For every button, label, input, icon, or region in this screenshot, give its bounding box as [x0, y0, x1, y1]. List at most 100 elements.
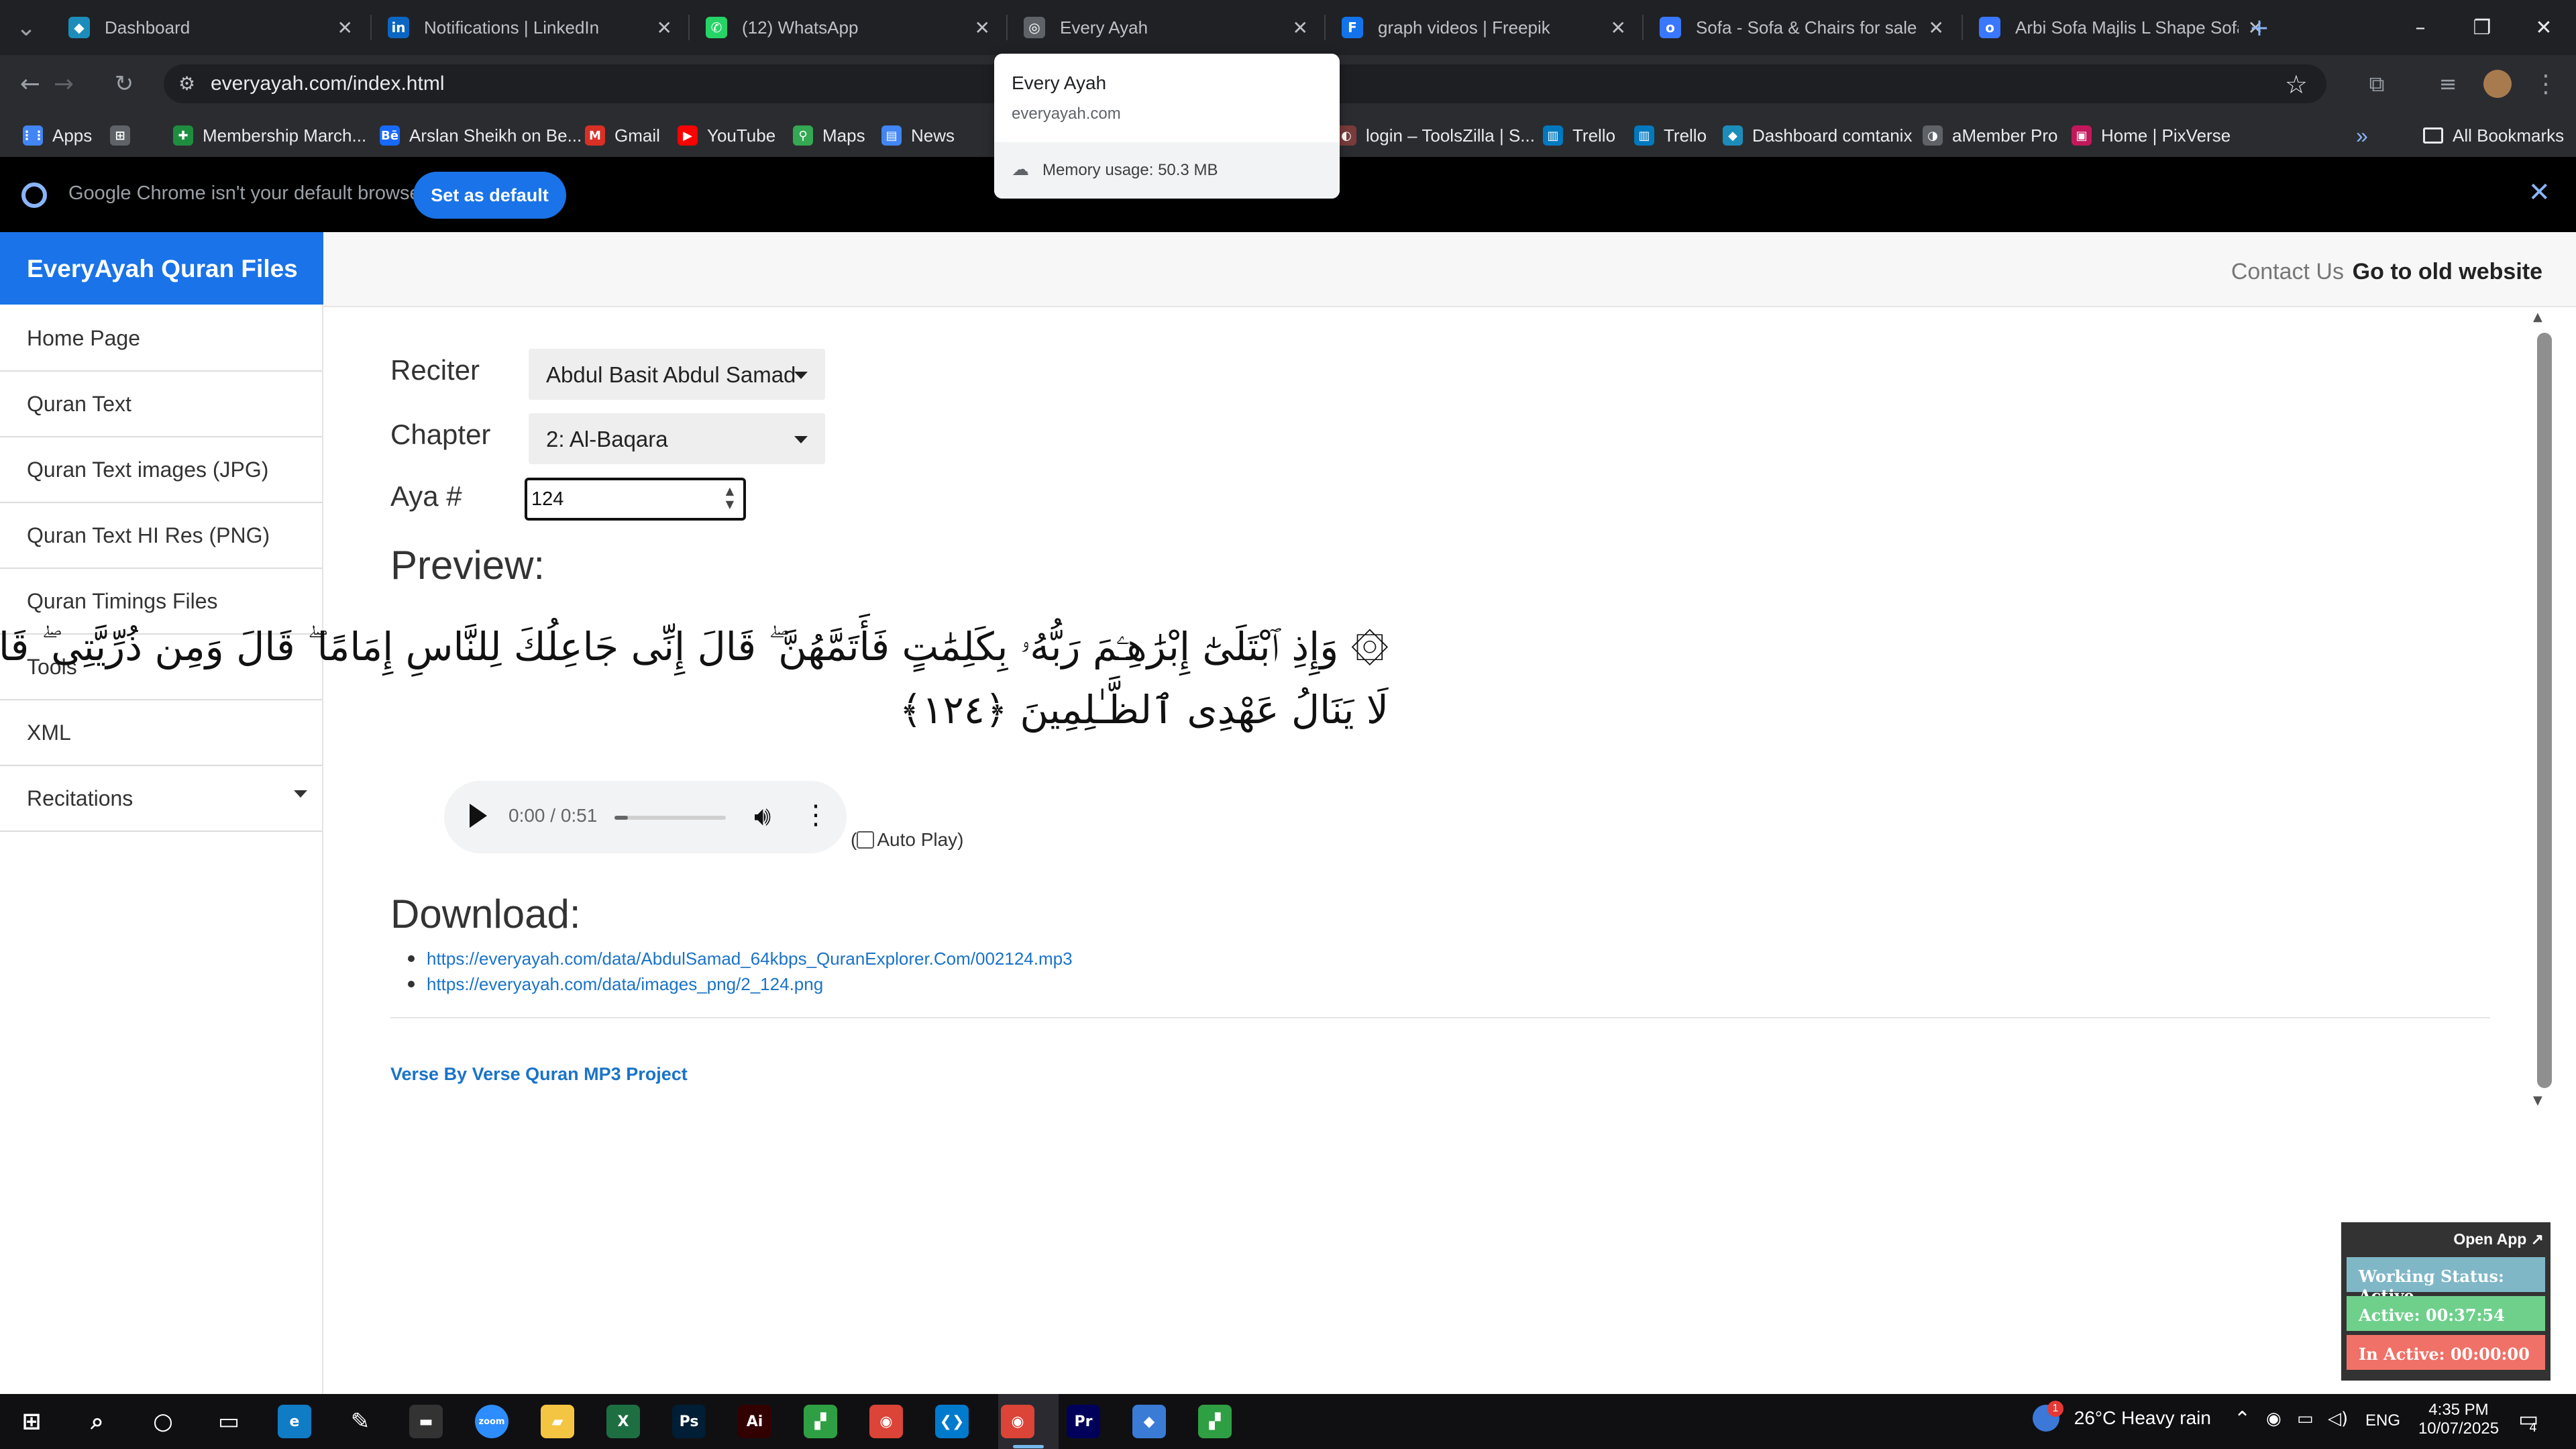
excel-icon[interactable]: X	[606, 1405, 640, 1438]
restore-button[interactable]: ❐	[2451, 0, 2513, 55]
tray-chevron-icon[interactable]: ⌃	[2234, 1407, 2251, 1431]
premiere-icon[interactable]: Pr	[1067, 1405, 1100, 1438]
browser-tab[interactable]: ◆ Dashboard ✕	[54, 5, 368, 50]
close-tab-icon[interactable]: ✕	[1929, 17, 1944, 39]
audio-progress-slider[interactable]	[614, 816, 726, 820]
autoplay-checkbox[interactable]	[857, 831, 875, 849]
more-options-icon[interactable]: ⋮	[802, 800, 829, 830]
media-control-icon[interactable]: ≡	[2431, 67, 2465, 101]
profile-avatar[interactable]	[2481, 67, 2514, 101]
bookmark-item[interactable]: ▣ Home | PixVerse	[2072, 122, 2231, 149]
green-app-2-icon[interactable]: ▞	[1198, 1405, 1232, 1438]
bookmark-item[interactable]: ▶ YouTube	[678, 122, 775, 149]
close-tab-icon[interactable]: ✕	[337, 17, 353, 39]
weather-widget[interactable]: 1 26°C Heavy rain	[2033, 1401, 2211, 1432]
volume-tray-icon[interactable]: ◁)	[2328, 1409, 2348, 1429]
bookmark-item[interactable]: ◆ Dashboard comtanix	[1723, 122, 1912, 149]
scroll-up-arrow[interactable]: ▲	[2533, 310, 2542, 324]
new-tab-button[interactable]: +	[2229, 0, 2290, 55]
search-icon[interactable]: ⌕	[80, 1405, 114, 1438]
green-app-icon[interactable]: ▞	[804, 1405, 837, 1438]
back-icon[interactable]: ←	[13, 67, 47, 101]
number-stepper[interactable]: ▲ ▼	[726, 484, 734, 511]
bookmark-item[interactable]: ▥ Trello	[1634, 122, 1707, 149]
bookmark-item[interactable]: ◑ aMember Pro	[1923, 122, 2058, 149]
aya-number-input[interactable]	[531, 486, 712, 513]
sidebar-item[interactable]: XML	[0, 700, 322, 766]
ayah-line-1: ۞ وَإِذِ ٱبْتَلَىٰٓ إِبْرَٰهِـۧمَ رَبُّه…	[0, 624, 1389, 669]
apps-grid-icon: ⋮⋮	[21, 125, 45, 146]
browser-tab[interactable]: in Notifications | LinkedIn ✕	[373, 5, 687, 50]
project-footer-link[interactable]: Verse By Verse Quran MP3 Project	[390, 1064, 688, 1085]
chrome-menu-icon[interactable]: ⋮	[2529, 67, 2563, 101]
zoom-icon[interactable]: zoom	[475, 1405, 508, 1438]
terminal-icon[interactable]: ▬	[409, 1405, 443, 1438]
task-view-icon[interactable]: ▭	[212, 1405, 246, 1438]
edge-icon[interactable]: e	[278, 1405, 311, 1438]
old-website-link[interactable]: Go to old website	[2353, 259, 2542, 285]
aya-number-field[interactable]: ▲▼	[525, 478, 746, 521]
bookmark-item[interactable]: ⊞	[110, 122, 140, 149]
chrome-icon[interactable]: ◉	[869, 1405, 903, 1438]
browser-tab[interactable]: ◎ Every Ayah ✕	[1009, 5, 1323, 50]
close-tab-icon[interactable]: ✕	[657, 17, 672, 39]
download-mp3-link[interactable]: https://everyayah.com/data/AbdulSamad_64…	[408, 949, 1073, 969]
more-bookmarks-icon[interactable]: »	[2356, 122, 2368, 149]
language-indicator[interactable]: ENG	[2365, 1411, 2400, 1430]
cortana-icon[interactable]: ○	[146, 1405, 180, 1438]
sidebar-item[interactable]: Recitations	[0, 766, 322, 832]
extensions-icon[interactable]: ⧉	[2360, 67, 2394, 101]
illustrator-icon[interactable]: Ai	[738, 1405, 771, 1438]
start-icon[interactable]: ⊞	[15, 1405, 48, 1438]
vscode-icon[interactable]: ❮❯	[935, 1405, 969, 1438]
close-tab-icon[interactable]: ✕	[1611, 17, 1626, 39]
bookmark-item[interactable]: ⚲ Maps	[793, 122, 865, 149]
bookmark-item[interactable]: M Gmail	[585, 122, 660, 149]
bookmark-item[interactable]: ▤ News	[881, 122, 955, 149]
chrome-active-icon[interactable]: ◉	[1001, 1405, 1034, 1438]
open-app-button[interactable]: Open App ↗	[2453, 1230, 2544, 1248]
browser-tab[interactable]: o Sofa - Sofa & Chairs for sale in ✕	[1645, 5, 1959, 50]
sidebar-item[interactable]: Quran Text HI Res (PNG)	[0, 503, 322, 569]
pen-icon[interactable]: ✎	[343, 1405, 377, 1438]
bookmark-item[interactable]: ⋮⋮ Apps	[21, 122, 92, 149]
all-bookmarks-button[interactable]: All Bookmarks	[2423, 122, 2564, 149]
volume-icon[interactable]: 🔊︎	[754, 801, 771, 832]
network-icon[interactable]: ▭	[2297, 1409, 2314, 1429]
bookmark-star-icon[interactable]: ☆	[2285, 70, 2308, 99]
scroll-down-arrow[interactable]: ▼	[2533, 1093, 2542, 1108]
close-tab-icon[interactable]: ✕	[975, 17, 990, 39]
close-tab-icon[interactable]: ✕	[1293, 17, 1308, 39]
bookmark-item[interactable]: ◐ login – ToolsZilla | S...	[1336, 122, 1535, 149]
sidebar-item[interactable]: Quran Text images (JPG)	[0, 437, 322, 503]
contact-us-link[interactable]: Contact Us	[2231, 259, 2344, 285]
scrollbar-thumb[interactable]	[2537, 333, 2552, 1088]
browser-tab[interactable]: Fgraph videos | Freepik ✕	[1327, 5, 1641, 50]
dev-app-icon[interactable]: ◆	[1132, 1405, 1166, 1438]
url-text[interactable]: everyayah.com/index.html	[211, 72, 445, 95]
reciter-select[interactable]: Abdul Basit Abdul Samad	[529, 349, 825, 400]
site-brand[interactable]: EveryAyah Quran Files	[0, 232, 323, 305]
clock[interactable]: 4:35 PM 10/07/2025	[2415, 1401, 2502, 1438]
download-png-link[interactable]: https://everyayah.com/data/images_png/2_…	[407, 974, 823, 995]
close-window-button[interactable]: ✕	[2513, 0, 2575, 55]
tray-meet-icon[interactable]: ◉	[2266, 1409, 2282, 1429]
minimize-button[interactable]: –	[2390, 0, 2451, 55]
file-explorer-icon[interactable]: ▰	[541, 1405, 574, 1438]
sidebar-item[interactable]: Quran Text	[0, 372, 322, 437]
tab-search-icon[interactable]: ⌄	[9, 11, 43, 44]
bookmark-item[interactable]: Bē Arslan Sheikh on Be...	[380, 122, 582, 149]
notifications-icon[interactable]: ▭4	[2518, 1406, 2546, 1435]
browser-tab[interactable]: ✆ (12) WhatsApp ✕	[691, 5, 1005, 50]
site-info-icon[interactable]: ⚙	[178, 72, 201, 95]
photoshop-icon[interactable]: Ps	[672, 1405, 706, 1438]
play-icon[interactable]	[470, 804, 487, 828]
reload-icon[interactable]: ↻	[107, 67, 141, 101]
bookmark-item[interactable]: ▥ Trello	[1543, 122, 1615, 149]
set-as-default-button[interactable]: Set as default	[413, 172, 566, 219]
sidebar-item[interactable]: Home Page	[0, 306, 322, 372]
close-infobar-icon[interactable]: ✕	[2528, 177, 2551, 208]
forward-icon[interactable]: →	[47, 67, 80, 101]
chapter-select[interactable]: 2: Al-Baqara	[529, 413, 825, 464]
bookmark-item[interactable]: ✚ Membership March...	[173, 122, 366, 149]
